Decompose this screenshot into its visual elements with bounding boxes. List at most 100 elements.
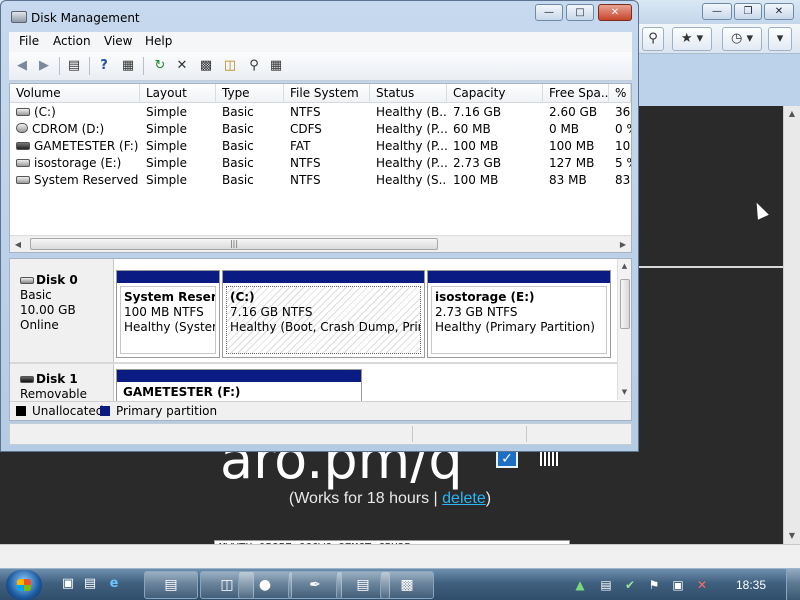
delete-icon[interactable]: ✕ [173,57,191,75]
disk-view-vertical-scrollbar[interactable]: ▲ ▼ [617,259,631,400]
maximize-button[interactable]: □ [566,4,594,21]
security-icon[interactable]: ✔ [622,577,638,593]
scroll-thumb[interactable]: ||| [30,238,438,250]
volume-free-space: 100 MB [549,139,595,153]
properties-icon[interactable]: ▩ [197,57,215,75]
disk-1-info[interactable]: Disk 1 Removable [10,364,114,401]
partition-c[interactable]: (C:) 7.16 GB NTFS Healthy (Boot, Crash D… [222,270,425,358]
scroll-up-icon[interactable]: ▲ [784,106,800,122]
favorites-icon[interactable]: ★ ▾ [672,27,712,51]
browser-horizontal-scrollbar[interactable] [0,544,800,568]
partition-size: 2.73 GB NTFS [435,305,518,319]
toolbar-separator [59,57,60,75]
volume-row[interactable]: isostorage (E:) Simple Basic NTFS Health… [10,155,631,172]
media-icon[interactable]: ● [238,571,292,599]
volume-row[interactable]: CDROM (D:) Simple Basic CDFS Healthy (P.… [10,121,631,138]
column-percent-free[interactable]: % F [609,84,631,103]
more-icon[interactable]: ▾ [768,27,792,51]
volume-row[interactable]: (C:) Simple Basic NTFS Healthy (B... 7.1… [10,104,631,121]
menu-help[interactable]: Help [145,34,172,48]
partition-name: System Reserve [124,290,216,304]
volume-row[interactable]: GAMETESTER (F:) Simple Basic FAT Healthy… [10,138,631,155]
search-icon[interactable]: ⚲ [642,27,664,51]
scroll-left-icon[interactable]: ◀ [10,236,26,252]
network-icon[interactable]: ▲ [572,577,588,593]
volume-status: Healthy (P... [376,156,447,170]
browser-vertical-scrollbar[interactable]: ▲ ▼ [783,106,800,544]
start-button[interactable] [6,570,42,600]
volume-percent-free: 83 [615,173,631,187]
flag-icon[interactable]: ⚑ [646,577,662,593]
volume-row[interactable]: System Reserved Simple Basic NTFS Health… [10,172,631,189]
disk-size: 10.00 GB [20,303,76,317]
toolbar-separator [89,57,90,75]
internet-explorer-icon[interactable]: e [106,576,122,592]
scroll-thumb[interactable] [620,279,630,329]
wizard-icon[interactable]: ▦ [267,57,285,75]
browser-minimize-button[interactable]: — [702,3,732,20]
column-volume[interactable]: Volume [10,84,140,103]
computer-management-icon[interactable]: ▤ [144,571,198,599]
column-layout[interactable]: Layout [140,84,216,103]
volume-muted-icon[interactable]: ✕ [694,577,710,593]
primary-partition-swatch [100,406,110,416]
volume-percent-free: 5 % [615,156,631,170]
partition-system-reserved[interactable]: System Reserve 100 MB NTFS Healthy (Syst… [116,270,220,358]
browser-maximize-button[interactable]: ❐ [734,3,762,20]
show-hide-icon[interactable]: ▦ [119,57,137,75]
disk-0-info[interactable]: Disk 0 Basic 10.00 GB Online [10,259,114,362]
scroll-down-icon[interactable]: ▼ [618,385,631,399]
hdd-icon [16,159,30,167]
column-status[interactable]: Status [370,84,447,103]
volume-type: Basic [222,105,254,119]
disk-name: Disk 1 [36,372,78,386]
works-for-line: (Works for 18 hours | delete) [288,490,492,507]
volume-file-system: NTFS [290,173,321,187]
explore-icon[interactable]: ⚲ [245,57,263,75]
volume-file-system: NTFS [290,156,321,170]
show-desktop-icon[interactable]: ▣ [60,576,76,592]
volume-capacity: 2.73 GB [453,156,502,170]
browser-toolbar: ⚲ ★ ▾ ◷ ▾ ▾ [638,24,800,54]
scroll-up-icon[interactable]: ▲ [618,259,631,273]
browser-band [638,54,800,106]
volume-capacity: 60 MB [453,122,491,136]
console-tree-icon[interactable]: ▤ [65,57,83,75]
show-desktop-button[interactable] [786,569,800,600]
menu-file[interactable]: File [19,34,39,48]
column-capacity[interactable]: Capacity [447,84,543,103]
volume-percent-free: 0 % [615,122,631,136]
delete-link[interactable]: delete [442,490,486,507]
back-icon[interactable]: ◀ [13,57,31,75]
refresh-icon[interactable]: ↻ [151,57,169,75]
help-icon[interactable]: ? [95,57,113,75]
close-button[interactable]: ✕ [598,4,632,21]
menu-view[interactable]: View [104,34,132,48]
browser-close-button[interactable]: ✕ [764,3,794,20]
history-icon[interactable]: ◷ ▾ [722,27,762,51]
disk-icon[interactable]: ▩ [380,571,434,599]
open-icon[interactable]: ◫ [221,57,239,75]
partition-isostorage[interactable]: isostorage (E:) 2.73 GB NTFS Healthy (Pr… [427,270,611,358]
menu-action[interactable]: Action [53,34,91,48]
menu-bar: File Action View Help [9,32,632,52]
switch-windows-icon[interactable]: ▤ [82,576,98,592]
volume-list-horizontal-scrollbar[interactable]: ◀ ||| ▶ [10,235,631,252]
minimize-button[interactable]: — [535,4,563,21]
column-file-system[interactable]: File System [284,84,370,103]
disk-management-window: Disk Management — □ ✕ File Action View H… [0,0,639,452]
volume-layout: Simple [146,139,187,153]
partition-name: (C:) [230,290,255,304]
tools-icon[interactable]: ✒ [288,571,342,599]
volume-free-space: 2.60 GB [549,105,598,119]
clock[interactable]: 18:35 [728,578,774,592]
network-status-icon[interactable]: ▣ [670,577,686,593]
volume-free-space: 127 MB [549,156,595,170]
document-icon[interactable]: ▤ [598,577,614,593]
column-type[interactable]: Type [216,84,284,103]
forward-icon[interactable]: ▶ [35,57,53,75]
scroll-down-icon[interactable]: ▼ [784,528,800,544]
scroll-right-icon[interactable]: ▶ [615,236,631,252]
column-free-space[interactable]: Free Spa... [543,84,609,103]
partition-name: GAMETESTER (F:) [123,385,241,399]
